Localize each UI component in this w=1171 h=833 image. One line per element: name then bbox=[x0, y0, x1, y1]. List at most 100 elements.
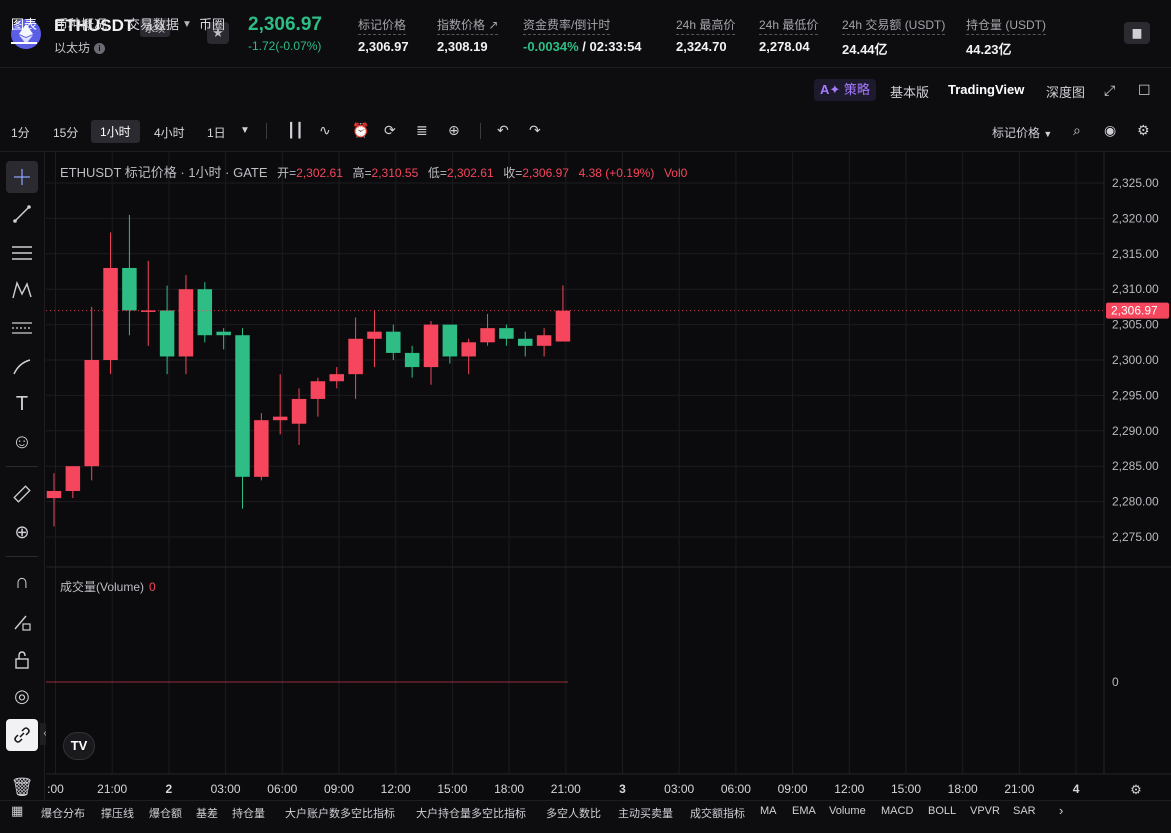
candle-body[interactable] bbox=[216, 331, 231, 336]
zoom-in-icon[interactable]: ⊕ bbox=[6, 516, 38, 548]
link-icon[interactable] bbox=[6, 719, 38, 751]
view-basic[interactable]: 基本版 bbox=[890, 82, 929, 101]
candle-body[interactable] bbox=[197, 289, 213, 336]
indicator-12[interactable]: Volume bbox=[829, 805, 866, 817]
tab-crypto-circle[interactable]: 币圈 bbox=[199, 14, 225, 33]
view-tradingview[interactable]: TradingView bbox=[948, 82, 1024, 97]
candle-body[interactable] bbox=[235, 335, 250, 477]
interval-1m[interactable]: 1分 bbox=[11, 124, 30, 141]
layout-icon[interactable]: ≣ bbox=[416, 122, 428, 139]
candle-body[interactable] bbox=[348, 338, 363, 375]
ruler-icon[interactable] bbox=[6, 478, 38, 510]
interval-chevron-down-icon[interactable]: ▼ bbox=[240, 125, 250, 136]
info-icon[interactable]: i bbox=[94, 43, 106, 55]
candle-body[interactable] bbox=[461, 342, 476, 357]
candle-body[interactable] bbox=[386, 331, 401, 353]
indicator-2[interactable]: 爆仓额 bbox=[149, 805, 182, 821]
indicator-14[interactable]: BOLL bbox=[928, 805, 956, 817]
undo-icon[interactable]: ↶ bbox=[497, 122, 509, 139]
stat-label[interactable]: 24h 最高价 bbox=[676, 16, 736, 35]
indicator-8[interactable]: 主动买卖量 bbox=[618, 805, 673, 821]
indicator-11[interactable]: EMA bbox=[792, 805, 816, 817]
expand-icon[interactable]: ⤢ bbox=[1104, 82, 1115, 99]
magnet-icon[interactable]: ∩ bbox=[6, 566, 38, 598]
indicator-15[interactable]: VPVR bbox=[970, 805, 1000, 817]
view-depth[interactable]: 深度图 bbox=[1046, 82, 1085, 101]
candle-body[interactable] bbox=[367, 331, 382, 339]
indicator-7[interactable]: 多空人数比 bbox=[546, 805, 601, 821]
interval-15m[interactable]: 15分 bbox=[53, 124, 78, 141]
indicator-16[interactable]: SAR bbox=[1013, 805, 1036, 817]
stat-label[interactable]: 资金费率/倒计时 bbox=[523, 16, 611, 35]
brush-icon[interactable] bbox=[6, 351, 38, 383]
emoji-icon[interactable]: ☺ bbox=[6, 426, 38, 458]
interval-1d[interactable]: 1日 bbox=[207, 124, 226, 141]
pattern-icon[interactable] bbox=[6, 274, 38, 306]
candle-body[interactable] bbox=[103, 267, 118, 360]
candle-body[interactable] bbox=[122, 267, 137, 311]
indicator-5[interactable]: 大户账户数多空比指标 bbox=[285, 805, 395, 821]
text-tool-icon[interactable]: T bbox=[6, 388, 38, 420]
indicator-13[interactable]: MACD bbox=[881, 805, 913, 817]
add-icon[interactable]: ⊕ bbox=[448, 122, 460, 139]
calendar-icon[interactable]: ▦ bbox=[11, 803, 23, 819]
trend-line-icon[interactable] bbox=[6, 198, 38, 230]
candle-type-icon[interactable]: ┃┃ bbox=[287, 122, 304, 139]
candle-body[interactable] bbox=[178, 289, 194, 357]
indicator-3[interactable]: 基差 bbox=[196, 805, 218, 821]
redo-icon[interactable]: ↷ bbox=[529, 122, 541, 139]
chevron-right-icon[interactable]: › bbox=[1059, 803, 1063, 818]
candle-body[interactable] bbox=[329, 374, 345, 382]
candle-body[interactable] bbox=[310, 381, 326, 399]
candlestick-chart[interactable]: 2,275.00 2,280.00 2,285.00 2,290.00 2,295.00… bbox=[46, 152, 1171, 798]
candle-body[interactable] bbox=[141, 310, 156, 312]
candle-body[interactable] bbox=[65, 466, 81, 491]
candle-body[interactable] bbox=[254, 420, 269, 477]
tab-trading-data[interactable]: 交易数据 bbox=[127, 14, 179, 33]
settings-gear-icon[interactable]: ⚙ bbox=[1137, 122, 1150, 139]
tab-coin-overview[interactable]: 币种概况 bbox=[55, 14, 107, 33]
tradingview-logo[interactable]: TV bbox=[63, 732, 95, 760]
candle-body[interactable] bbox=[442, 324, 458, 357]
indicator-4[interactable]: 持仓量 bbox=[232, 805, 265, 821]
candle-body[interactable] bbox=[518, 338, 533, 346]
interval-1h[interactable]: 1小时 bbox=[91, 120, 140, 143]
replay-icon[interactable]: ⟳ bbox=[384, 122, 396, 139]
lock-drawing-icon[interactable] bbox=[6, 606, 38, 638]
lock-icon[interactable] bbox=[6, 644, 38, 676]
eye-icon[interactable]: ◎ bbox=[6, 680, 38, 712]
candle-body[interactable] bbox=[272, 416, 288, 421]
indicator-1[interactable]: 撑压线 bbox=[101, 805, 134, 821]
candle-body[interactable] bbox=[46, 490, 62, 499]
candle-body[interactable] bbox=[84, 360, 99, 467]
alert-icon[interactable]: ⏰ bbox=[352, 122, 369, 139]
fib-retracement-icon[interactable] bbox=[6, 312, 38, 344]
indicator-9[interactable]: 成交额指标 bbox=[690, 805, 745, 821]
time-axis-settings-icon[interactable]: ⚙ bbox=[1130, 783, 1142, 798]
crosshair-icon[interactable] bbox=[6, 161, 38, 193]
camera-icon[interactable]: ◉ bbox=[1104, 122, 1116, 139]
chevron-down-icon[interactable]: ▼ bbox=[182, 19, 192, 30]
candle-body[interactable] bbox=[159, 310, 175, 357]
book-icon[interactable]: ▆ bbox=[1124, 22, 1150, 44]
interval-4h[interactable]: 4小时 bbox=[154, 124, 185, 141]
candle-body[interactable] bbox=[291, 398, 307, 424]
stat-label[interactable]: 持仓量 (USDT) bbox=[966, 16, 1046, 35]
stat-label[interactable]: 24h 最低价 bbox=[759, 16, 819, 35]
indicators-icon[interactable]: ∿ bbox=[319, 122, 331, 139]
trash-icon[interactable]: 🗑 bbox=[6, 771, 38, 803]
fullscreen-icon[interactable]: ☐ bbox=[1138, 82, 1151, 99]
stat-label[interactable]: 24h 交易额 (USDT) bbox=[842, 16, 946, 35]
candle-body[interactable] bbox=[555, 310, 571, 342]
stat-label[interactable]: 指数价格 ↗ bbox=[437, 16, 499, 35]
candle-body[interactable] bbox=[404, 352, 420, 368]
candle-body[interactable] bbox=[499, 328, 514, 339]
price-type-select[interactable]: 标记价格 ▼ bbox=[992, 124, 1052, 141]
indicator-6[interactable]: 大户持仓量多空比指标 bbox=[416, 805, 526, 821]
candle-body[interactable] bbox=[480, 328, 495, 343]
search-icon[interactable]: ⌕ bbox=[1073, 122, 1081, 139]
tab-chart[interactable]: 图表 bbox=[11, 14, 38, 44]
indicator-10[interactable]: MA bbox=[760, 805, 777, 817]
indicator-0[interactable]: 爆仓分布 bbox=[41, 805, 85, 821]
candle-body[interactable] bbox=[536, 335, 552, 346]
